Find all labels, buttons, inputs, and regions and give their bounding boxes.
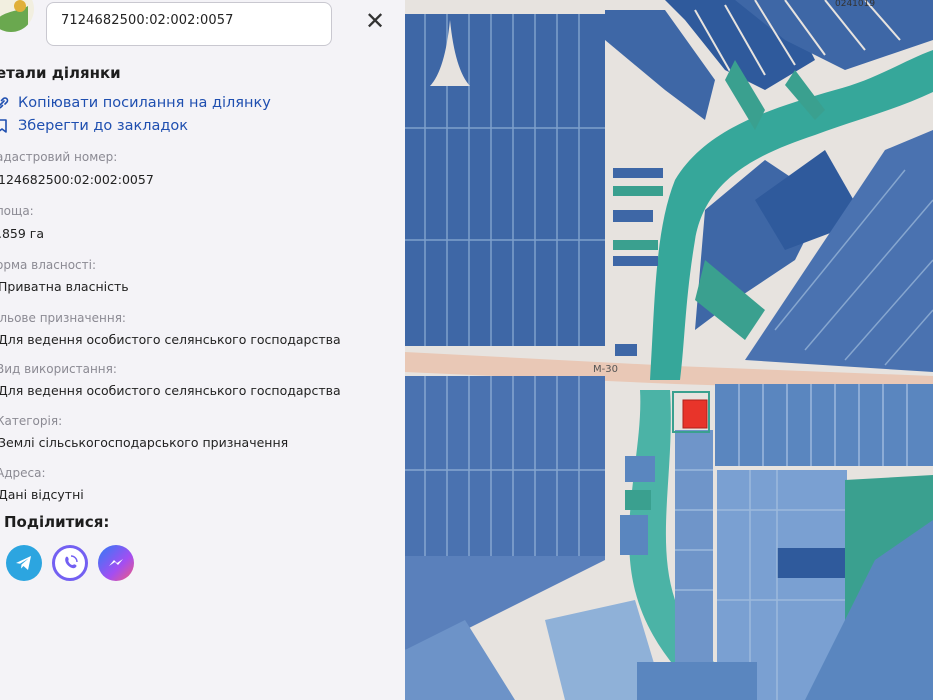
- cadastral-number-value: 124682500:02:002:0057: [0, 172, 154, 187]
- app-logo: [0, 0, 34, 32]
- details-title: етали ділянки: [0, 64, 121, 82]
- category-label: Категорія:: [0, 414, 63, 428]
- search-input-value: 7124682500:02:002:0057: [61, 13, 234, 28]
- ownership-value: Приватна власність: [0, 279, 129, 294]
- telegram-icon: [16, 556, 31, 570]
- purpose-label: ільове призначення:: [0, 311, 126, 325]
- area-value: .859 га: [0, 226, 45, 241]
- share-title: Поділитися:: [4, 513, 110, 531]
- selected-parcel[interactable]: [682, 399, 708, 429]
- usage-label: Вид використання:: [0, 362, 117, 376]
- bookmark-icon: [0, 119, 7, 133]
- parcel-details-panel: 7124682500:02:002:0057 ✕ етали ділянки К…: [0, 0, 405, 700]
- cadastral-search-input[interactable]: 7124682500:02:002:0057: [46, 2, 332, 46]
- road-label: М-30: [593, 364, 618, 375]
- map-canvas[interactable]: М-30 0241019: [405, 0, 933, 700]
- bookmark-button[interactable]: Зберегти до закладок: [0, 116, 188, 136]
- cadastral-number-label: адастровий номер:: [0, 150, 118, 164]
- address-value: Дані відсутні: [0, 487, 84, 502]
- close-icon[interactable]: ✕: [362, 8, 388, 34]
- category-value: Землі сільськогосподарського призначення: [0, 435, 289, 450]
- telegram-share-button[interactable]: [6, 545, 42, 581]
- bookmark-label: Зберегти до закладок: [18, 118, 189, 134]
- copy-link-button[interactable]: Копіювати посилання на ділянку: [0, 93, 271, 113]
- viber-share-button[interactable]: [52, 545, 88, 581]
- messenger-icon: [109, 559, 123, 566]
- cadastral-map[interactable]: М-30 0241019: [405, 0, 933, 700]
- address-label: Адреса:: [0, 466, 46, 480]
- link-icon: [0, 97, 9, 109]
- map-top-label: 0241019: [835, 0, 875, 9]
- parcel-block-northwest: [405, 14, 605, 346]
- messenger-share-button[interactable]: [98, 545, 134, 581]
- viber-icon: [65, 555, 78, 569]
- purpose-value: Для ведення особистого селянського госпо…: [0, 332, 341, 347]
- ownership-label: орма власності:: [0, 258, 97, 272]
- area-label: лоща:: [0, 204, 34, 218]
- copy-link-label: Копіювати посилання на ділянку: [18, 95, 271, 111]
- usage-value: Для ведення особистого селянського госпо…: [0, 383, 341, 398]
